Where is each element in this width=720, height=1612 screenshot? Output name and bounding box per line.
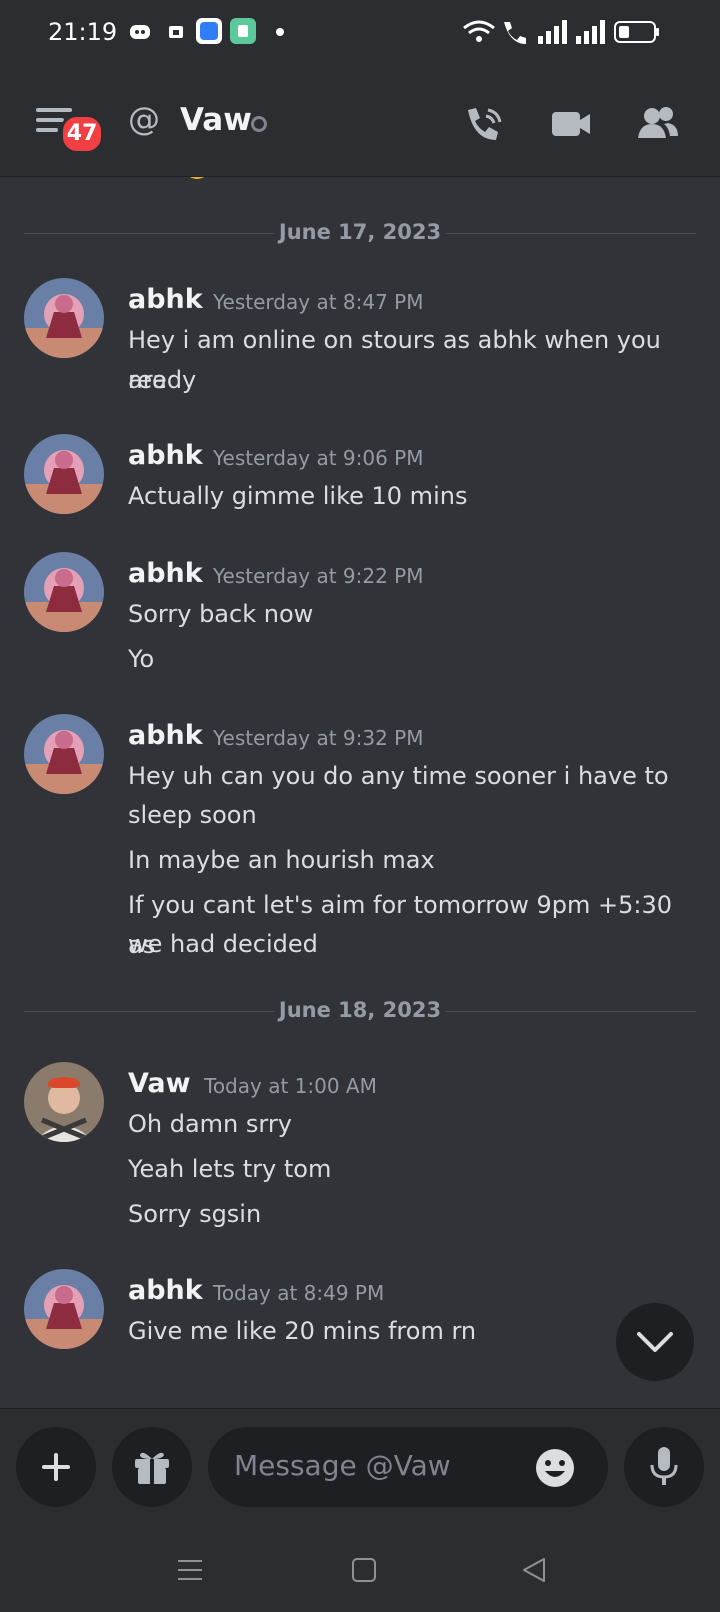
date-divider-label: June 17, 2023 (278, 220, 442, 244)
date-divider: June 18, 2023 (24, 996, 696, 1026)
message-composer: Message @Vaw (0, 1408, 720, 1529)
discord-notification-icon (130, 25, 150, 39)
message-author[interactable]: abhk (128, 1275, 203, 1306)
recents-menu-icon[interactable] (176, 1556, 204, 1584)
app-notification-icon (169, 26, 183, 38)
message-list[interactable]: June 17, 2023 abhk Yesterday at 8:47 PM … (0, 177, 720, 1408)
message-author[interactable]: abhk (128, 720, 203, 751)
message-text: Sorry sgsin (128, 1200, 262, 1228)
at-icon: @ (128, 100, 160, 138)
message-author[interactable]: abhk (128, 440, 203, 471)
avatar[interactable] (24, 434, 104, 514)
avatar[interactable] (24, 278, 104, 358)
message-author[interactable]: abhk (128, 284, 203, 315)
message-timestamp: Today at 1:00 AM (204, 1074, 377, 1098)
green-app-icon (230, 18, 256, 44)
status-bar: 21:19 (0, 0, 720, 64)
voice-message-button[interactable] (624, 1427, 704, 1507)
gift-button[interactable] (112, 1427, 192, 1507)
volte-call-icon (504, 22, 526, 44)
plus-icon (42, 1453, 70, 1481)
gift-icon (135, 1452, 169, 1484)
message-text: Sorry back now (128, 600, 314, 628)
message-author[interactable]: abhk (128, 558, 203, 589)
avatar[interactable] (24, 1269, 104, 1349)
channel-header: 47 @ Vaw (0, 64, 720, 177)
avatar[interactable] (24, 552, 104, 632)
date-divider-label: June 18, 2023 (278, 998, 442, 1022)
add-attachment-button[interactable] (16, 1427, 96, 1507)
message-timestamp: Today at 8:49 PM (213, 1281, 385, 1305)
message-timestamp: Yesterday at 9:32 PM (213, 726, 424, 750)
microphone-icon (650, 1447, 678, 1485)
blue-app-icon (196, 18, 222, 44)
message-text: Hey uh can you do any time sooner i have… (128, 762, 669, 790)
date-divider: June 17, 2023 (24, 218, 696, 248)
avatar[interactable] (24, 1062, 104, 1142)
message-text: ready (128, 366, 197, 394)
avatar[interactable] (24, 714, 104, 794)
jump-to-bottom-button[interactable] (616, 1303, 694, 1381)
reaction-emoji-icon (189, 177, 205, 179)
signal-2-icon (576, 20, 605, 44)
battery-icon (614, 21, 659, 43)
message-author[interactable]: Vaw (128, 1068, 191, 1099)
message-timestamp: Yesterday at 9:06 PM (213, 446, 424, 470)
message-text: Oh damn srry (128, 1110, 292, 1138)
more-notifications-dot-icon (276, 28, 284, 36)
signal-1-icon (538, 20, 567, 44)
message-timestamp: Yesterday at 9:22 PM (213, 564, 424, 588)
wifi-icon (463, 20, 495, 42)
video-call-icon[interactable] (548, 104, 594, 144)
status-time: 21:19 (48, 18, 118, 46)
emoji-icon[interactable] (534, 1447, 576, 1489)
message-text: Actually gimme like 10 mins (128, 482, 468, 510)
message-text: In maybe an hourish max (128, 846, 435, 874)
system-navigation-bar (0, 1528, 720, 1612)
message-text: Give me like 20 mins from rn (128, 1317, 477, 1345)
message-input-placeholder: Message @Vaw (234, 1449, 451, 1482)
unread-badge: 47 (60, 114, 104, 154)
back-icon[interactable] (520, 1556, 548, 1584)
message-text: we had decided (128, 930, 318, 958)
message-input[interactable]: Message @Vaw (208, 1427, 608, 1507)
presence-status-icon (251, 116, 267, 132)
message-text: sleep soon (128, 801, 257, 829)
chevron-down-icon (637, 1332, 673, 1352)
voice-call-icon[interactable] (462, 104, 506, 144)
message-timestamp: Yesterday at 8:47 PM (213, 290, 424, 314)
members-icon[interactable] (636, 104, 680, 144)
home-icon[interactable] (350, 1556, 378, 1584)
message-text: Yeah lets try tom (128, 1155, 332, 1183)
dm-title[interactable]: Vaw (180, 102, 252, 138)
message-text: Yo (128, 645, 155, 673)
